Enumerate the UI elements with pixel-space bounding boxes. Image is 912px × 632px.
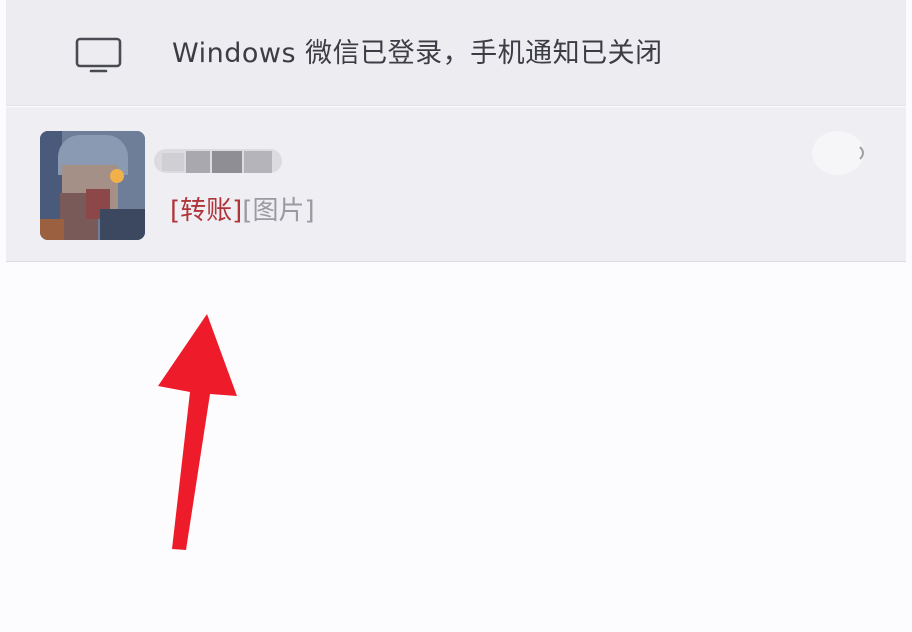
timestamp-blurred <box>812 131 864 175</box>
chat-list-item[interactable]: [转账][图片] <box>6 107 906 262</box>
chat-list-screen: Windows 微信已登录，手机通知已关闭 [转账][图片] <box>0 0 912 632</box>
last-message-preview: [转账][图片] <box>170 189 315 233</box>
image-tag: [图片] <box>242 196 315 226</box>
avatar <box>40 131 145 240</box>
contact-name-blurred <box>154 149 282 173</box>
pc-login-banner[interactable]: Windows 微信已登录，手机通知已关闭 <box>6 0 906 106</box>
transfer-tag: [转账] <box>170 196 243 226</box>
login-status-text: Windows 微信已登录，手机通知已关闭 <box>172 38 663 69</box>
red-arrow-annotation <box>158 314 237 550</box>
monitor-icon <box>75 37 122 73</box>
